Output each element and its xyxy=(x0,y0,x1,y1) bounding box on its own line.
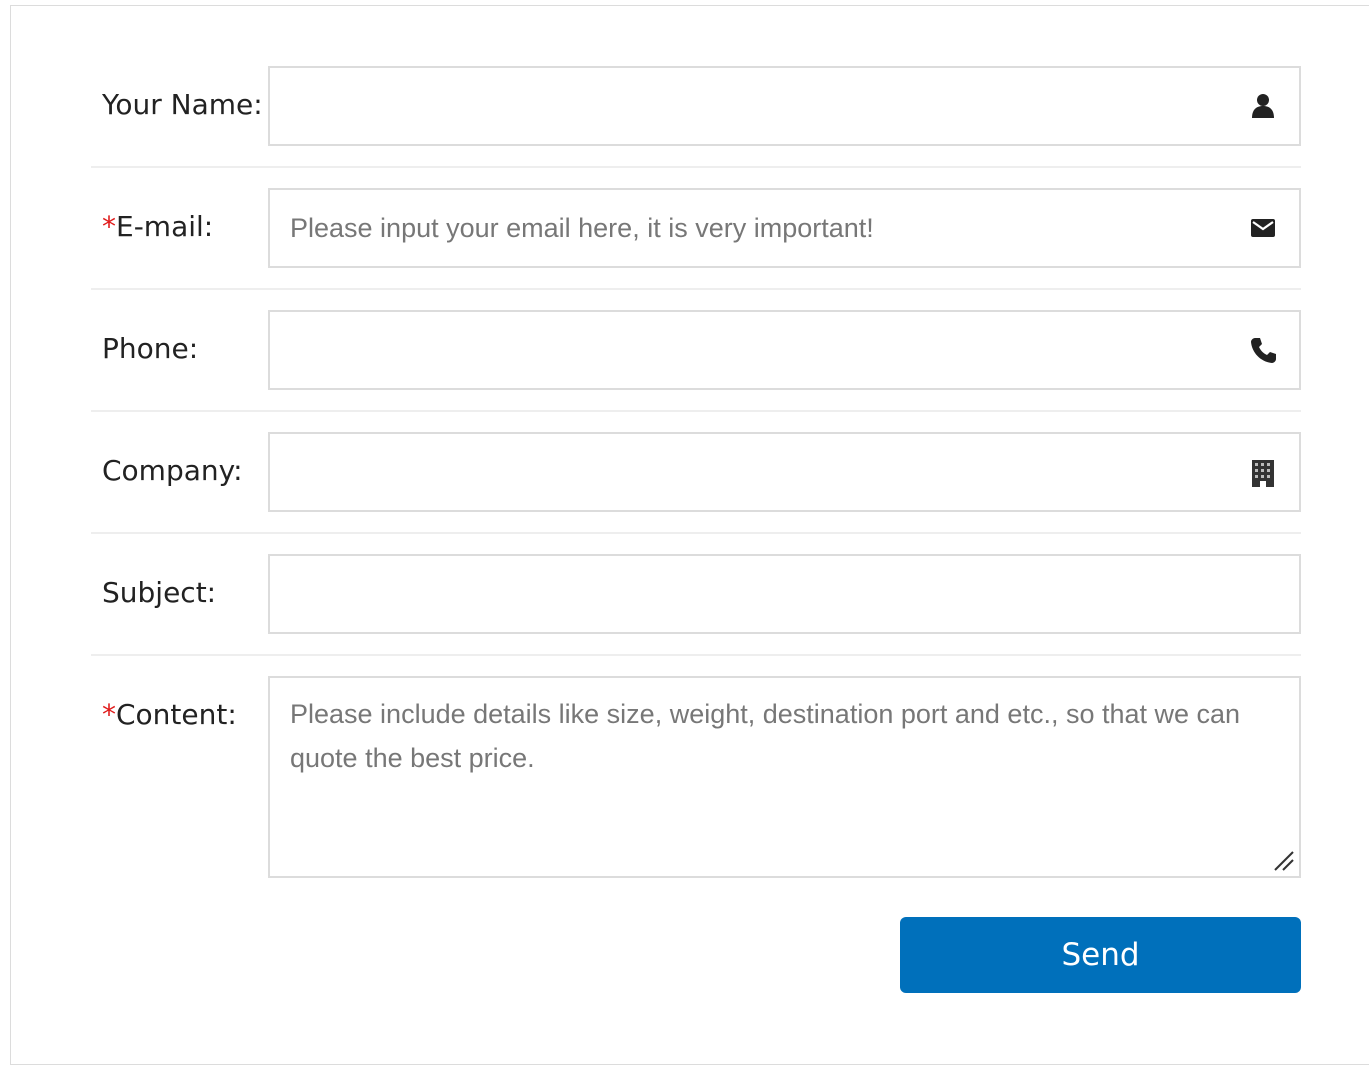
form-row-content: *Content: xyxy=(91,676,1301,878)
content-label: *Content: xyxy=(102,698,237,731)
phone-icon xyxy=(1251,338,1276,363)
row-divider xyxy=(91,654,1301,656)
company-field-box xyxy=(268,432,1301,512)
name-field-box xyxy=(268,66,1301,146)
phone-field-box xyxy=(268,310,1301,390)
email-label: *E-mail: xyxy=(102,210,214,243)
subject-input[interactable] xyxy=(270,556,1299,632)
form-row-email: *E-mail: xyxy=(91,188,1301,292)
row-divider xyxy=(91,410,1301,412)
name-label: Your Name: xyxy=(102,88,263,121)
subject-field-box xyxy=(268,554,1301,634)
required-marker: * xyxy=(102,698,116,731)
form-row-subject: Subject: xyxy=(91,554,1301,658)
row-divider xyxy=(91,532,1301,534)
form-row-phone: Phone: xyxy=(91,310,1301,414)
content-textarea[interactable] xyxy=(270,678,1299,876)
user-icon xyxy=(1252,94,1274,118)
row-divider xyxy=(91,288,1301,290)
company-input[interactable] xyxy=(270,434,1299,510)
subject-label: Subject: xyxy=(102,576,217,609)
phone-input[interactable] xyxy=(270,312,1299,388)
row-divider xyxy=(91,166,1301,168)
email-field-box xyxy=(268,188,1301,268)
company-label: Company: xyxy=(102,454,243,487)
resize-grip-icon[interactable] xyxy=(1273,850,1295,872)
send-button[interactable]: Send xyxy=(900,917,1301,993)
phone-label: Phone: xyxy=(102,332,199,365)
email-input[interactable] xyxy=(270,190,1299,266)
form-row-name: Your Name: xyxy=(91,66,1301,170)
envelope-icon xyxy=(1251,219,1275,237)
content-field-box xyxy=(268,676,1301,878)
building-icon xyxy=(1252,460,1274,487)
name-input[interactable] xyxy=(270,68,1299,144)
form-row-company: Company: xyxy=(91,432,1301,536)
required-marker: * xyxy=(102,210,116,243)
